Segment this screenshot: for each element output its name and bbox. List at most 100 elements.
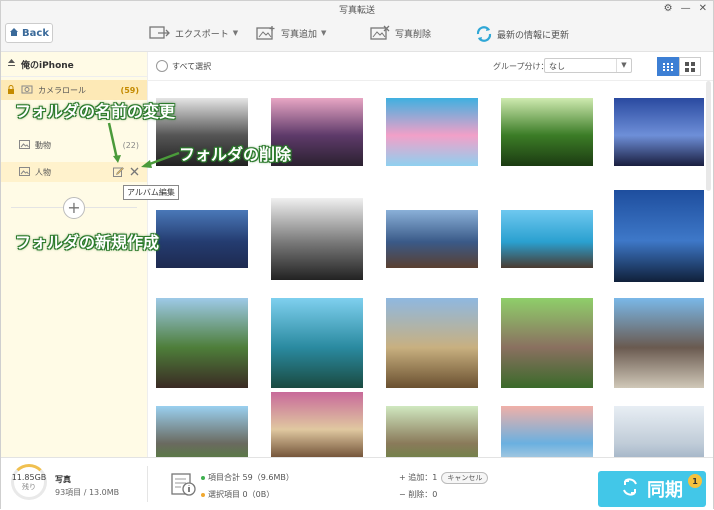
photo-thumbnail[interactable] <box>501 406 593 457</box>
settings-icon[interactable]: ⚙ <box>664 3 673 14</box>
photo-thumbnail[interactable] <box>156 406 248 457</box>
notification-badge: 1 <box>688 474 702 488</box>
photo-thumbnail[interactable] <box>271 298 363 388</box>
home-icon <box>9 27 19 40</box>
photo-thumbnail[interactable] <box>614 190 704 282</box>
total-items-text: 項目合計 59（9.6MB） <box>208 473 294 482</box>
sync-button[interactable]: 同期 1 <box>598 471 706 507</box>
sync-label: 同期 <box>647 480 683 501</box>
select-all-label[interactable]: すべて選択 <box>172 61 211 72</box>
info-icon <box>171 472 197 499</box>
photo-thumbnail[interactable] <box>386 210 478 268</box>
small-grid-view-button[interactable] <box>657 57 679 76</box>
large-grid-icon <box>685 61 695 72</box>
delete-count: − 削除：0 <box>399 490 438 499</box>
group-label: グループ分け： <box>493 62 549 71</box>
sidebar-item-album[interactable]: 人物 <box>1 162 147 182</box>
chevron-down-icon: ▼ <box>321 29 327 37</box>
export-label: エクスポート <box>175 29 229 40</box>
content-toolbar: すべて選択 グループ分け： なし ▼ <box>148 52 713 81</box>
sidebar-item-count: (22) <box>122 140 139 150</box>
sidebar-item-label: 動物 <box>35 140 51 150</box>
large-grid-view-button[interactable] <box>679 57 701 76</box>
add-photo-button[interactable]: 写真追加 ▼ <box>255 25 326 41</box>
sidebar-item-camera-roll[interactable]: カメラロール (59) <box>1 80 147 100</box>
delete-photo-button[interactable]: 写真削除 <box>369 25 431 41</box>
back-label: Back <box>22 27 49 39</box>
photo-thumbnail[interactable] <box>614 406 704 457</box>
annotation-create: フォルダの新規作成 <box>15 233 160 252</box>
storage-sub: 残り <box>22 482 36 491</box>
photo-thumbnail[interactable] <box>386 298 478 388</box>
lock-icon <box>7 84 15 96</box>
app-window: 写真転送 ⚙ — ✕ Back エクスポート ▼ 写真追加 ▼ 写真削除 最新の… <box>0 0 714 509</box>
photo-grid <box>148 81 704 457</box>
camera-icon <box>21 84 33 96</box>
green-dot-icon <box>201 475 205 480</box>
add-count-text: + 追加：1 <box>399 473 438 482</box>
orange-dot-icon <box>201 492 205 497</box>
chevron-down-icon: ▼ <box>232 29 239 37</box>
delete-photo-icon <box>369 25 391 41</box>
device-name: 俺のiPhone <box>21 60 74 71</box>
minimize-icon[interactable]: — <box>681 3 691 14</box>
storage-indicator: 11.85GB 残り <box>11 464 47 500</box>
sidebar-item-label: カメラロール <box>38 85 86 95</box>
selected-items-text: 選択項目 0（0B） <box>208 490 275 499</box>
sidebar-item-album[interactable]: 動物 (22) <box>1 135 147 155</box>
refresh-icon <box>475 25 493 43</box>
title-bar: 写真転送 ⚙ — ✕ Back エクスポート ▼ 写真追加 ▼ 写真削除 最新の… <box>1 1 713 52</box>
device-header[interactable]: 俺のiPhone <box>1 52 147 77</box>
small-grid-icon <box>663 62 673 71</box>
photo-thumbnail[interactable] <box>386 406 478 457</box>
add-photo-label: 写真追加 <box>281 29 318 40</box>
photos-detail: 93項目 / 13.0MB <box>55 488 120 497</box>
status-footer: 11.85GB 残り 写真 93項目 / 13.0MB 項目合計 59（9.6M… <box>1 457 713 509</box>
sidebar-item-count: (59) <box>120 85 139 95</box>
photos-title: 写真 <box>55 475 71 484</box>
add-album-button[interactable]: + <box>63 197 85 219</box>
window-controls: ⚙ — ✕ <box>664 3 707 14</box>
back-button[interactable]: Back <box>5 23 53 43</box>
photo-thumbnail[interactable] <box>271 392 363 457</box>
album-icon <box>19 139 30 151</box>
sync-icon <box>621 477 639 501</box>
delete-album-icon[interactable] <box>130 167 139 178</box>
close-icon[interactable]: ✕ <box>699 3 707 14</box>
group-select[interactable]: なし ▼ <box>544 58 632 73</box>
export-button[interactable]: エクスポート ▼ <box>149 25 238 41</box>
photo-thumbnail[interactable] <box>614 298 704 388</box>
photo-thumbnail[interactable] <box>501 98 593 166</box>
selected-items: 選択項目 0（0B） <box>201 489 274 500</box>
photo-thumbnail[interactable] <box>156 298 248 388</box>
photo-thumbnail[interactable] <box>501 298 593 388</box>
photo-thumbnail[interactable] <box>156 210 248 268</box>
storage-free: 11.85GB <box>11 472 47 482</box>
add-count: + 追加：1 キャンセル <box>399 472 489 484</box>
divider <box>147 466 148 502</box>
album-icon <box>19 166 30 178</box>
cancel-button[interactable]: キャンセル <box>441 472 489 484</box>
window-title: 写真転送 <box>338 6 375 16</box>
sidebar-item-label: 人物 <box>35 167 51 177</box>
refresh-button[interactable]: 最新の情報に更新 <box>475 25 569 43</box>
refresh-label: 最新の情報に更新 <box>497 30 570 41</box>
photo-thumbnail[interactable] <box>271 198 363 280</box>
delete-photo-label: 写真削除 <box>395 29 432 40</box>
group-select-value: なし <box>549 62 565 71</box>
view-toggle <box>657 57 701 76</box>
add-photo-icon <box>255 25 277 41</box>
export-icon <box>149 25 171 41</box>
select-all-checkbox[interactable] <box>156 60 168 72</box>
photo-thumbnail[interactable] <box>386 98 478 166</box>
photo-thumbnail[interactable] <box>614 98 704 166</box>
photo-thumbnail[interactable] <box>501 210 593 268</box>
annotation-rename: フォルダの名前の変更 <box>15 102 176 121</box>
album-actions <box>113 166 139 179</box>
total-items: 項目合計 59（9.6MB） <box>201 472 294 483</box>
plus-icon: + <box>67 198 81 217</box>
annotation-delete: フォルダの削除 <box>179 145 292 164</box>
scrollbar[interactable] <box>706 81 711 191</box>
chevron-down-icon: ▼ <box>616 59 631 72</box>
rename-album-icon[interactable] <box>113 166 124 179</box>
